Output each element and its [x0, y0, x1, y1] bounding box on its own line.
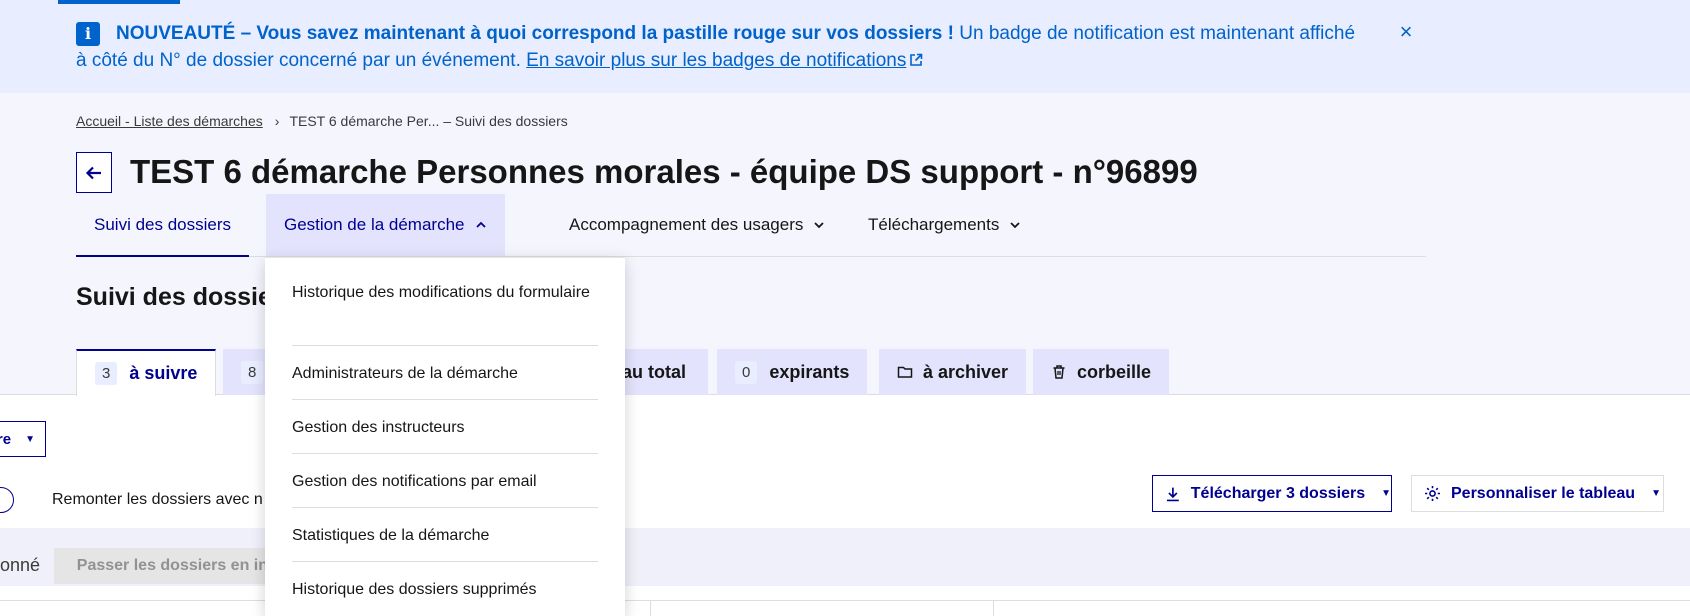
menu-item-notifications-email[interactable]: Gestion des notifications par email — [292, 468, 598, 508]
nav-item-suivi-dossiers[interactable]: Suivi des dossiers — [76, 194, 250, 257]
tab-label: à suivre — [129, 363, 198, 383]
menu-item-statistiques[interactable]: Statistiques de la démarche — [292, 522, 598, 562]
tab-label: à archiver — [923, 361, 1009, 382]
caret-down-icon: ▼ — [1651, 488, 1661, 499]
chevron-down-icon — [814, 222, 824, 229]
pencil-icon — [66, 565, 67, 567]
tab-a-suivre[interactable]: 3 à suivre — [76, 349, 217, 396]
chevron-right-icon: › — [274, 113, 280, 129]
customize-table-button[interactable]: Personnaliser le tableau ▼ — [1411, 475, 1664, 512]
section-title: Suivi des dossiers — [76, 283, 266, 311]
trash-icon — [1053, 365, 1065, 379]
nav-item-accompagnement-usagers[interactable]: Accompagnement des usagers — [551, 194, 843, 256]
tab-label: expirants — [769, 361, 850, 382]
breadcrumb-home[interactable]: Accueil - Liste des démarches — [76, 113, 263, 129]
nav-item-label: Accompagnement des usagers — [569, 215, 804, 234]
filter-button[interactable]: re ▼ — [0, 421, 46, 457]
download-icon — [1166, 487, 1179, 501]
tab-count: 0 — [735, 360, 758, 384]
menu-item-dossiers-supprimes[interactable]: Historique des dossiers supprimés — [292, 576, 598, 612]
nav-item-label: Suivi des dossiers — [94, 214, 232, 234]
caret-down-icon: ▼ — [1381, 488, 1391, 499]
notice-link[interactable]: En savoir plus sur les badges de notific… — [526, 50, 923, 71]
gear-icon — [1425, 486, 1440, 501]
page-title: TEST 6 démarche Personnes morales - équi… — [130, 153, 1198, 190]
caret-down-icon: ▼ — [25, 433, 35, 445]
download-dossiers-button[interactable]: Télécharger 3 dossiers ▼ — [1152, 475, 1392, 512]
chevron-up-icon — [475, 221, 486, 228]
menu-item-label: Gestion des instructeurs — [292, 419, 465, 436]
table-column-divider — [993, 600, 994, 616]
menu-item-label: Administrateurs de la démarche — [292, 365, 518, 382]
tab-count: 3 — [95, 362, 118, 385]
nav-item-label: Téléchargements — [868, 215, 1000, 234]
menu-item-gestion-instructeurs[interactable]: Gestion des instructeurs — [292, 414, 598, 454]
gestion-demarche-dropdown: Historique des modifications du formulai… — [265, 257, 625, 616]
bulk-action-label: Passer les dossiers en in — [76, 557, 268, 574]
notice-top-accent — [58, 0, 180, 4]
notice-link-label: En savoir plus sur les badges de notific… — [526, 50, 907, 71]
tab-corbeille[interactable]: corbeille — [1033, 349, 1170, 395]
table-column-divider — [650, 600, 651, 616]
main-nav: Suivi des dossiers Gestion de la démarch… — [76, 194, 1426, 257]
menu-item-label: Statistiques de la démarche — [292, 527, 490, 544]
tab-count: 8 — [241, 360, 264, 384]
breadcrumb: Accueil - Liste des démarches › TEST 6 d… — [76, 113, 568, 129]
menu-item-label: Gestion des notifications par email — [292, 473, 537, 490]
download-label: Télécharger 3 dossiers — [1190, 484, 1366, 502]
bulk-action-button[interactable]: Passer les dossiers en in — [54, 548, 268, 584]
external-link-icon — [910, 53, 923, 66]
notice-banner: i NOUVEAUTÉ – Vous savez maintenant à qu… — [0, 0, 1690, 93]
menu-item-label: Historique des modifications du formulai… — [292, 284, 590, 301]
menu-item-administrateurs[interactable]: Administrateurs de la démarche — [292, 360, 598, 400]
close-icon[interactable]: × — [1394, 20, 1418, 44]
tab-label: corbeille — [1077, 361, 1152, 382]
toggle-label: Remonter les dossiers avec n — [52, 491, 263, 508]
tab-expirants[interactable]: 0 expirants — [717, 349, 868, 395]
chevron-down-icon — [1010, 222, 1020, 229]
breadcrumb-current: TEST 6 démarche Per... – Suivi des dossi… — [289, 113, 568, 129]
selection-label: onné — [0, 555, 41, 575]
table-header — [0, 600, 1690, 616]
nav-item-telechargements[interactable]: Téléchargements — [850, 194, 1039, 256]
tab-a-archiver[interactable]: à archiver — [879, 349, 1027, 395]
arrow-left-icon — [85, 166, 101, 179]
customize-label: Personnaliser le tableau — [1451, 484, 1636, 502]
back-button[interactable] — [76, 152, 112, 193]
nav-item-gestion-demarche[interactable]: Gestion de la démarche — [266, 194, 505, 256]
nav-item-label: Gestion de la démarche — [284, 215, 465, 234]
tab-label: au total — [622, 361, 687, 382]
folder-icon — [897, 366, 913, 378]
filter-label: re — [0, 430, 12, 448]
notice-title: NOUVEAUTÉ – Vous savez maintenant à quoi… — [116, 23, 954, 44]
menu-item-label: Historique des dossiers supprimés — [292, 581, 537, 598]
menu-item-historique-modifications[interactable]: Historique des modifications du formulai… — [292, 279, 598, 346]
notice-text: NOUVEAUTÉ – Vous savez maintenant à quoi… — [76, 20, 1366, 74]
